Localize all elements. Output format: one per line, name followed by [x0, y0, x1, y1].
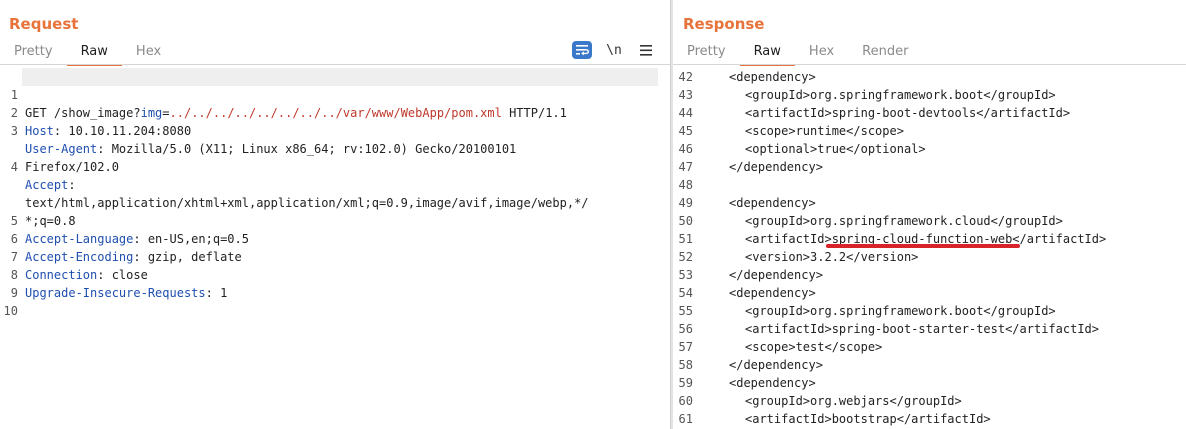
- request-line: *;q=0.8: [25, 214, 76, 228]
- code-text: <groupId>org.springframework.cloud</grou…: [745, 214, 1063, 228]
- response-line: 59 <dependency>: [673, 374, 1186, 392]
- code-text: <scope>runtime</scope>: [745, 124, 904, 138]
- response-line: 52 <version>3.2.2</version>: [673, 248, 1186, 266]
- request-line: 6 Accept-Encoding: gzip, deflate: [10, 232, 242, 264]
- code-text: <scope>test</scope>: [745, 340, 883, 354]
- response-line: 55 <groupId>org.springframework.boot</gro…: [673, 302, 1186, 320]
- request-editor[interactable]: 1 GET /show_image?img=../../../../../../…: [0, 68, 670, 429]
- code-text: <version>3.2.2</version>: [745, 250, 919, 264]
- response-line: 56 <artifactId>spring-boot-starter-test</…: [673, 320, 1186, 338]
- line-number: 47: [678, 160, 693, 174]
- response-title: Response: [683, 15, 765, 33]
- tab-raw[interactable]: Raw: [739, 40, 795, 66]
- line-number: 50: [678, 214, 693, 228]
- code-text: <dependency>: [729, 286, 816, 300]
- request-line: 8 Upgrade-Insecure-Requests: 1: [10, 268, 228, 300]
- response-tabs: Pretty Raw Hex Render: [673, 40, 922, 66]
- code-text: <artifactId>spring-boot-starter-test</ar…: [745, 322, 1100, 336]
- request-line: 1 GET /show_image?img=../../../../../../…: [10, 88, 567, 120]
- request-line: 7 Connection: close: [10, 250, 148, 282]
- code-text: <optional>true</optional>: [745, 142, 926, 156]
- request-pane: Request Pretty Raw Hex \n 1 GET /show_im…: [0, 0, 670, 429]
- line-number: 57: [678, 340, 693, 354]
- line-number: 43: [678, 88, 693, 102]
- tab-hex[interactable]: Hex: [795, 40, 848, 64]
- code-text: <artifactId>spring-boot-devtools</artifa…: [745, 106, 1071, 120]
- response-pane: Response Pretty Raw Hex Render 42 <depend…: [673, 0, 1186, 429]
- line-number: 54: [678, 286, 693, 300]
- response-line: 53 </dependency>: [673, 266, 1186, 284]
- response-editor[interactable]: 42 <dependency> 43 <groupId>org.springframe…: [673, 68, 1186, 429]
- response-line: 54 <dependency>: [673, 284, 1186, 302]
- line-number: 42: [678, 70, 693, 84]
- response-line: 46 <optional>true</optional>: [673, 140, 1186, 158]
- request-line: 2 Host: 10.10.11.204:8080: [10, 106, 192, 138]
- tab-raw[interactable]: Raw: [66, 40, 122, 66]
- line-number: 60: [678, 394, 693, 408]
- hamburger-menu-icon[interactable]: [636, 41, 656, 59]
- response-tab-divider: [673, 64, 1186, 65]
- response-line: 49 <dependency>: [673, 194, 1186, 212]
- line-number: 55: [678, 304, 693, 318]
- request-line: Firefox/102.0: [25, 160, 119, 174]
- request-line: 4 Accept:: [10, 160, 76, 192]
- line-number: 59: [678, 376, 693, 390]
- code-text: <dependency>: [729, 70, 816, 84]
- request-toolbar: \n: [572, 41, 656, 59]
- response-line: 57 <scope>test</scope>: [673, 338, 1186, 356]
- tab-render[interactable]: Render: [848, 40, 922, 64]
- code-text: <dependency>: [729, 196, 816, 210]
- code-text: <groupId>org.webjars</groupId>: [745, 394, 962, 408]
- line-number: 61: [678, 412, 693, 426]
- response-line: 48: [673, 176, 1186, 194]
- line-number: 48: [678, 178, 693, 192]
- line-number: 56: [678, 322, 693, 336]
- request-title: Request: [9, 15, 79, 33]
- line-number: 46: [678, 142, 693, 156]
- annotation-underline: [825, 244, 1021, 248]
- code-text: <dependency>: [729, 376, 816, 390]
- line-number: 45: [678, 124, 693, 138]
- request-tab-divider: [0, 64, 670, 65]
- tab-pretty[interactable]: Pretty: [673, 40, 740, 64]
- response-line: 45 <scope>runtime</scope>: [673, 122, 1186, 140]
- line-number: 53: [678, 268, 693, 282]
- request-line: 9: [10, 286, 18, 300]
- request-line: 3 User-Agent: Mozilla/5.0 (X11; Linux x8…: [10, 124, 517, 156]
- line-number: 44: [678, 106, 693, 120]
- tab-hex[interactable]: Hex: [122, 40, 175, 64]
- response-line: 44 <artifactId>spring-boot-devtools</arti…: [673, 104, 1186, 122]
- response-line: 60 <groupId>org.webjars</groupId>: [673, 392, 1186, 410]
- code-text: </dependency>: [729, 358, 823, 372]
- line-number: 51: [678, 232, 693, 246]
- response-line: 42 <dependency>: [673, 68, 1186, 86]
- request-tabs: Pretty Raw Hex: [0, 40, 175, 66]
- response-line: 43 <groupId>org.springframework.boot</gro…: [673, 86, 1186, 104]
- line-number: 52: [678, 250, 693, 264]
- code-text: </dependency>: [729, 268, 823, 282]
- newline-toggle-button[interactable]: \n: [604, 41, 624, 59]
- tab-pretty[interactable]: Pretty: [0, 40, 67, 64]
- request-line: 5 Accept-Language: en-US,en;q=0.5: [10, 214, 249, 246]
- response-line: 47 </dependency>: [673, 158, 1186, 176]
- code-text: <groupId>org.springframework.boot</group…: [745, 304, 1056, 318]
- code-text: <groupId>org.springframework.boot</group…: [745, 88, 1056, 102]
- line-number: 49: [678, 196, 693, 210]
- request-line: 10: [3, 304, 18, 318]
- code-text: <artifactId>bootstrap</artifactId>: [745, 412, 991, 426]
- wrap-lines-icon[interactable]: [572, 41, 592, 59]
- response-line: 61 <artifactId>bootstrap</artifactId>: [673, 410, 1186, 428]
- response-line: 50 <groupId>org.springframework.cloud</gr…: [673, 212, 1186, 230]
- line-number: 58: [678, 358, 693, 372]
- code-text: </dependency>: [729, 160, 823, 174]
- request-line: text/html,application/xhtml+xml,applicat…: [25, 196, 589, 210]
- response-line: 58 </dependency>: [673, 356, 1186, 374]
